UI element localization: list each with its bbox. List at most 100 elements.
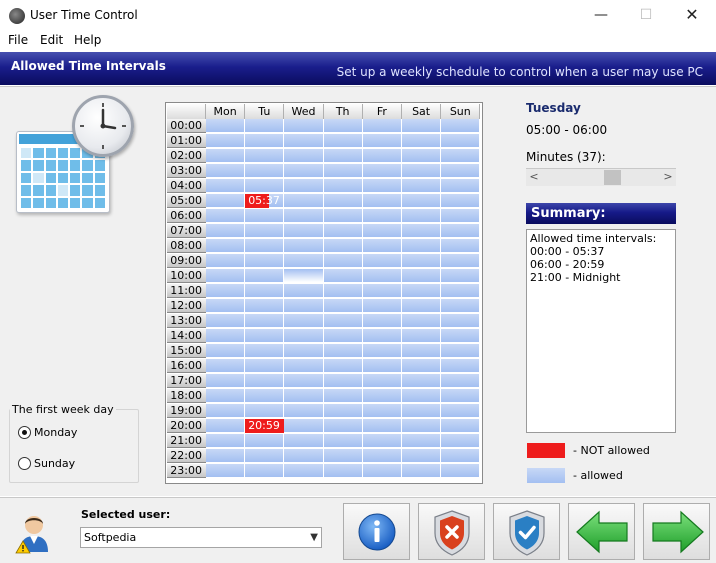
schedule-cell[interactable] bbox=[284, 134, 324, 148]
forward-button[interactable] bbox=[643, 503, 710, 560]
schedule-cell[interactable] bbox=[284, 284, 324, 298]
schedule-cell[interactable] bbox=[284, 119, 324, 133]
schedule-cell[interactable] bbox=[402, 194, 442, 208]
schedule-cell[interactable] bbox=[362, 359, 402, 373]
schedule-cell[interactable] bbox=[245, 389, 285, 403]
deny-all-button[interactable] bbox=[418, 503, 485, 560]
hour-label[interactable]: 11:00 bbox=[167, 284, 206, 298]
hour-label[interactable]: 19:00 bbox=[167, 404, 206, 418]
schedule-cell[interactable] bbox=[362, 284, 402, 298]
schedule-cell[interactable] bbox=[402, 224, 442, 238]
menu-file[interactable]: File bbox=[8, 33, 28, 47]
minutes-slider[interactable]: < > bbox=[526, 168, 676, 186]
schedule-cell[interactable] bbox=[245, 224, 285, 238]
schedule-cell[interactable] bbox=[245, 314, 285, 328]
schedule-cell[interactable] bbox=[441, 119, 481, 133]
schedule-cell[interactable] bbox=[284, 359, 324, 373]
schedule-cell[interactable] bbox=[284, 209, 324, 223]
schedule-cell[interactable] bbox=[245, 299, 285, 313]
schedule-cell[interactable] bbox=[323, 299, 363, 313]
schedule-cell[interactable] bbox=[206, 179, 246, 193]
schedule-cell[interactable] bbox=[323, 119, 363, 133]
hour-label[interactable]: 12:00 bbox=[167, 299, 206, 313]
schedule-cell[interactable] bbox=[362, 164, 402, 178]
schedule-cell[interactable] bbox=[323, 329, 363, 343]
hour-label[interactable]: 08:00 bbox=[167, 239, 206, 253]
schedule-cell[interactable] bbox=[323, 209, 363, 223]
schedule-cell[interactable] bbox=[441, 209, 481, 223]
schedule-cell[interactable] bbox=[362, 224, 402, 238]
schedule-cell[interactable] bbox=[402, 239, 442, 253]
schedule-cell[interactable] bbox=[206, 434, 246, 448]
schedule-cell[interactable] bbox=[206, 449, 246, 463]
radio-sunday[interactable]: Sunday bbox=[18, 457, 75, 470]
schedule-cell[interactable] bbox=[441, 284, 481, 298]
schedule-cell[interactable] bbox=[245, 179, 285, 193]
schedule-cell[interactable] bbox=[323, 404, 363, 418]
info-button[interactable] bbox=[343, 503, 410, 560]
schedule-cell[interactable] bbox=[206, 254, 246, 268]
schedule-cell[interactable] bbox=[362, 374, 402, 388]
schedule-cell[interactable] bbox=[362, 299, 402, 313]
schedule-cell[interactable] bbox=[323, 194, 363, 208]
chevron-down-icon[interactable]: ▼ bbox=[310, 528, 318, 547]
schedule-cell[interactable] bbox=[284, 254, 324, 268]
schedule-cell[interactable] bbox=[441, 434, 481, 448]
schedule-cell[interactable] bbox=[323, 389, 363, 403]
maximize-button[interactable]: ☐ bbox=[623, 0, 669, 30]
schedule-cell[interactable] bbox=[284, 314, 324, 328]
schedule-cell[interactable] bbox=[323, 149, 363, 163]
schedule-cell[interactable] bbox=[362, 119, 402, 133]
hour-label[interactable]: 16:00 bbox=[167, 359, 206, 373]
hour-label[interactable]: 09:00 bbox=[167, 254, 206, 268]
schedule-cell[interactable] bbox=[323, 374, 363, 388]
schedule-cell[interactable] bbox=[323, 164, 363, 178]
schedule-cell[interactable] bbox=[402, 254, 442, 268]
schedule-cell[interactable] bbox=[323, 464, 363, 478]
user-select[interactable]: Softpedia ▼ bbox=[80, 527, 322, 548]
schedule-cell[interactable] bbox=[206, 389, 246, 403]
day-header-wed[interactable]: Wed bbox=[284, 104, 324, 119]
hour-label[interactable]: 18:00 bbox=[167, 389, 206, 403]
schedule-cell[interactable] bbox=[362, 404, 402, 418]
schedule-cell[interactable] bbox=[245, 284, 285, 298]
schedule-cell[interactable] bbox=[284, 179, 324, 193]
schedule-cell[interactable] bbox=[284, 434, 324, 448]
schedule-cell[interactable] bbox=[284, 329, 324, 343]
hour-label[interactable]: 22:00 bbox=[167, 449, 206, 463]
schedule-cell[interactable] bbox=[323, 224, 363, 238]
schedule-cell[interactable] bbox=[284, 464, 324, 478]
schedule-cell[interactable] bbox=[284, 344, 324, 358]
schedule-cell[interactable] bbox=[362, 464, 402, 478]
schedule-cell[interactable] bbox=[441, 299, 481, 313]
schedule-cell[interactable] bbox=[284, 194, 324, 208]
schedule-cell[interactable] bbox=[441, 314, 481, 328]
schedule-cell[interactable] bbox=[402, 269, 442, 283]
schedule-cell[interactable] bbox=[362, 419, 402, 433]
schedule-cell[interactable] bbox=[323, 314, 363, 328]
radio-monday[interactable]: Monday bbox=[18, 426, 77, 439]
schedule-cell[interactable] bbox=[441, 374, 481, 388]
schedule-cell[interactable] bbox=[284, 404, 324, 418]
schedule-cell[interactable] bbox=[245, 209, 285, 223]
schedule-cell[interactable] bbox=[206, 269, 246, 283]
schedule-cell[interactable] bbox=[284, 164, 324, 178]
schedule-cell[interactable] bbox=[441, 224, 481, 238]
schedule-cell[interactable] bbox=[323, 179, 363, 193]
schedule-cell[interactable] bbox=[441, 359, 481, 373]
schedule-cell[interactable] bbox=[245, 329, 285, 343]
day-header-tu[interactable]: Tu bbox=[245, 104, 285, 119]
hour-label[interactable]: 01:00 bbox=[167, 134, 206, 148]
schedule-cell[interactable] bbox=[245, 239, 285, 253]
schedule-cell[interactable] bbox=[441, 404, 481, 418]
schedule-cell[interactable] bbox=[441, 149, 481, 163]
hour-label[interactable]: 06:00 bbox=[167, 209, 206, 223]
schedule-cell[interactable] bbox=[284, 389, 324, 403]
slider-right-arrow-icon[interactable]: > bbox=[660, 169, 676, 186]
schedule-cell[interactable] bbox=[206, 359, 246, 373]
schedule-cell[interactable] bbox=[323, 449, 363, 463]
close-button[interactable]: ✕ bbox=[669, 0, 715, 30]
back-button[interactable] bbox=[568, 503, 635, 560]
schedule-cell[interactable] bbox=[284, 269, 324, 283]
schedule-cell[interactable] bbox=[362, 314, 402, 328]
